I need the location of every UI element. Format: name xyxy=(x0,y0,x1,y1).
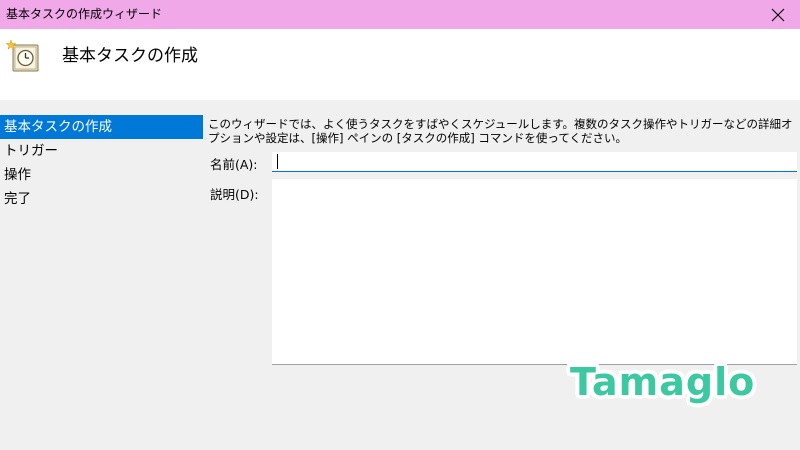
wizard-window: 基本タスクの作成ウィザード 基本タスクの作成 基本タスクの作成 トリガー 操作 … xyxy=(0,0,800,450)
step-trigger[interactable]: トリガー xyxy=(0,139,203,163)
wizard-header: 基本タスクの作成 xyxy=(0,29,800,100)
wizard-steps: 基本タスクの作成 トリガー 操作 完了 xyxy=(0,115,203,211)
step-action[interactable]: 操作 xyxy=(0,163,203,187)
wizard-description: このウィザードでは、よく使うタスクをすばやくスケジュールします。複数のタスク操作… xyxy=(208,117,793,145)
window-title: 基本タスクの作成ウィザード xyxy=(6,7,163,21)
title-bar: 基本タスクの作成ウィザード xyxy=(0,0,800,29)
name-input[interactable] xyxy=(272,152,797,172)
name-label: 名前(A): xyxy=(210,157,258,172)
description-textarea[interactable] xyxy=(272,179,797,365)
watermark-logo: Tamaglo xyxy=(570,360,756,404)
close-button[interactable] xyxy=(756,0,800,29)
close-icon xyxy=(771,8,785,21)
wizard-content: このウィザードでは、よく使うタスクをすばやくスケジュールします。複数のタスク操作… xyxy=(208,117,800,365)
text-caret xyxy=(277,154,278,169)
step-finish[interactable]: 完了 xyxy=(0,187,203,211)
page-title: 基本タスクの作成 xyxy=(62,46,198,66)
step-create-basic-task[interactable]: 基本タスクの作成 xyxy=(0,115,203,139)
description-label: 説明(D): xyxy=(210,187,259,202)
task-scheduler-clock-icon xyxy=(5,39,39,72)
